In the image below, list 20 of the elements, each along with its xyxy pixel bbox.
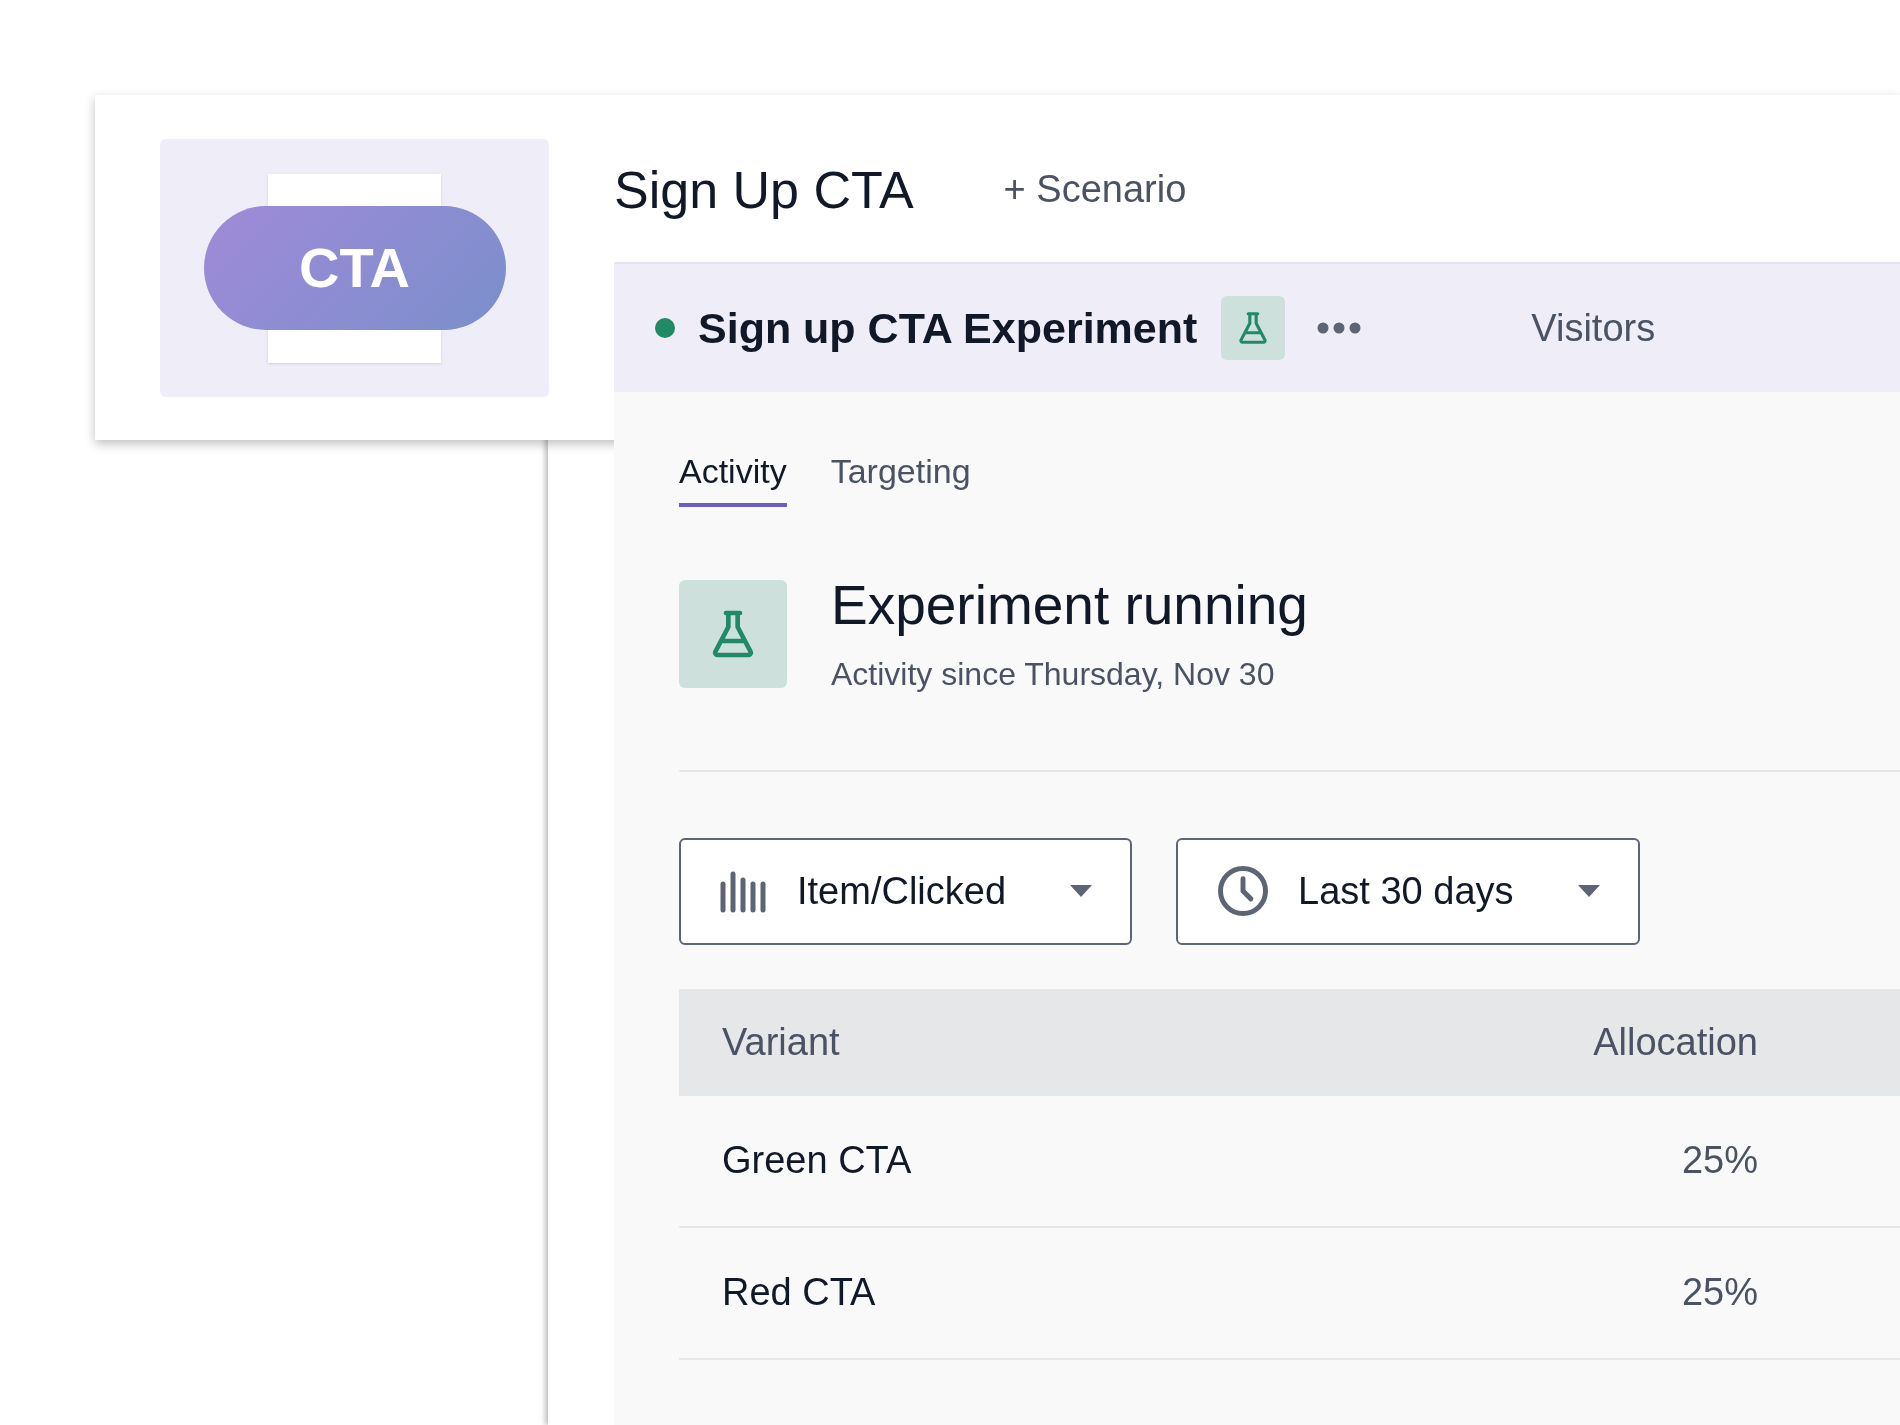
table-cell-text: Red CTA xyxy=(722,1270,876,1316)
add-scenario-button[interactable]: + Scenario xyxy=(1003,161,1187,218)
filter-dropdown[interactable]: Last 30 days xyxy=(1176,837,1640,945)
page-title: Sign Up CTA xyxy=(614,159,914,221)
caret-icon xyxy=(1070,885,1093,898)
column-header: Variant xyxy=(722,1019,840,1065)
filter-dropdown[interactable]: Item/Clicked xyxy=(679,837,1133,945)
experiment-title: Sign up CTA Experiment xyxy=(698,302,1198,354)
status-title: Experiment running xyxy=(831,573,1308,638)
tab[interactable]: Targeting xyxy=(830,446,971,507)
tab[interactable]: Activity xyxy=(679,446,787,507)
table-cell-text: 25% xyxy=(1681,1270,1758,1316)
caret-icon xyxy=(1577,885,1600,898)
column-header: Visitors xyxy=(1531,305,1656,351)
more-icon xyxy=(1317,322,1362,334)
table-cell-text: 25% xyxy=(1681,1138,1758,1184)
column-header: Allocation xyxy=(1593,1019,1758,1065)
status-subtitle: Activity since Thursday, Nov 30 xyxy=(831,654,1276,694)
clock-icon xyxy=(1216,864,1271,919)
table-cell-text: Green CTA xyxy=(722,1138,912,1184)
